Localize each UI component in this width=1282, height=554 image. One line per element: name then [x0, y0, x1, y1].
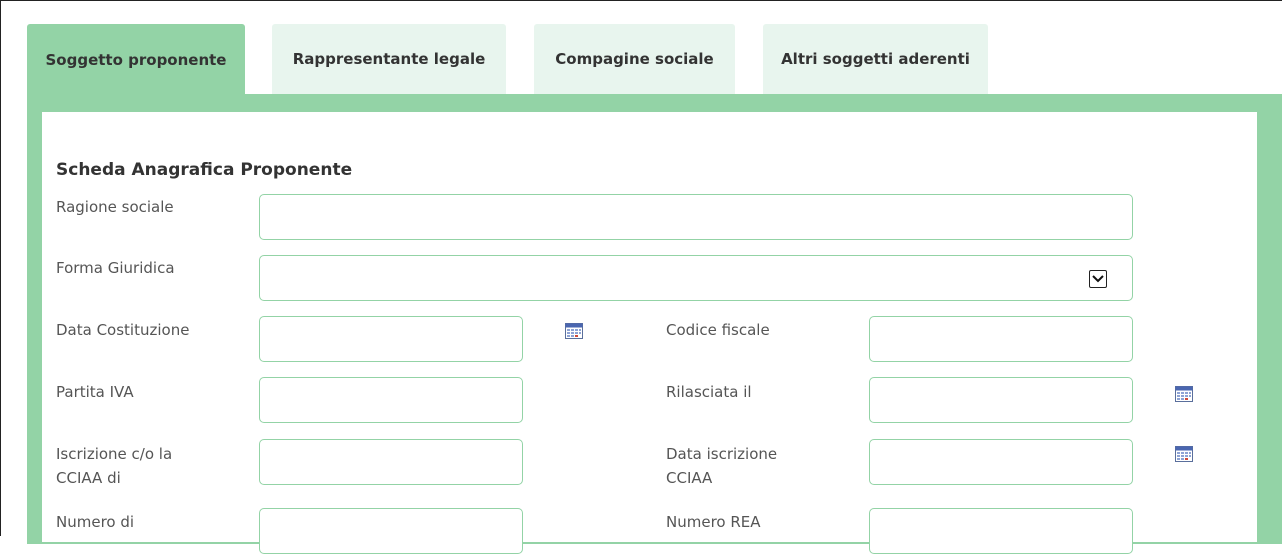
calendar-icon[interactable]	[565, 323, 583, 339]
partita-iva-input[interactable]	[259, 377, 523, 423]
label-ragione-sociale: Ragione sociale	[56, 198, 174, 216]
rilasciata-il-input[interactable]	[869, 377, 1133, 423]
numero-di-input[interactable]	[259, 508, 523, 554]
tab-label: Soggetto proponente	[45, 51, 227, 69]
tab-soggetto-proponente[interactable]: Soggetto proponente	[27, 24, 245, 96]
label-data-iscrizione-line2: CCIAA	[666, 469, 713, 487]
label-data-costituzione: Data Costituzione	[56, 321, 190, 339]
tab-rappresentante-legale[interactable]: Rappresentante legale	[272, 24, 506, 94]
section-title: Scheda Anagrafica Proponente	[56, 160, 353, 180]
tab-label: Altri soggetti aderenti	[781, 50, 970, 68]
tab-label: Rappresentante legale	[292, 50, 486, 68]
ragione-sociale-input[interactable]	[259, 194, 1133, 240]
data-costituzione-input[interactable]	[259, 316, 523, 362]
iscrizione-cciaa-input[interactable]	[259, 439, 523, 485]
data-iscrizione-cciaa-input[interactable]	[869, 439, 1133, 485]
label-data-iscrizione-line1: Data iscrizione	[666, 445, 778, 463]
forma-giuridica-select[interactable]	[259, 255, 1133, 301]
label-iscrizione-line2: CCIAA di	[56, 469, 121, 487]
tab-compagine-sociale[interactable]: Compagine sociale	[534, 24, 735, 94]
label-partita-iva: Partita IVA	[56, 383, 134, 401]
tab-label: Compagine sociale	[555, 50, 714, 68]
label-forma-giuridica: Forma Giuridica	[56, 259, 175, 277]
calendar-icon[interactable]	[1175, 386, 1193, 402]
numero-rea-input[interactable]	[869, 508, 1133, 554]
label-codice-fiscale: Codice fiscale	[666, 321, 770, 339]
label-rilasciata-il: Rilasciata il	[666, 383, 752, 401]
chevron-down-icon[interactable]	[1089, 270, 1107, 288]
label-numero-di: Numero di	[56, 513, 135, 531]
label-numero-rea: Numero REA	[666, 513, 761, 531]
label-iscrizione-line1: Iscrizione c/o la	[56, 445, 173, 463]
codice-fiscale-input[interactable]	[869, 316, 1133, 362]
calendar-icon[interactable]	[1175, 446, 1193, 462]
tab-altri-soggetti-aderenti[interactable]: Altri soggetti aderenti	[763, 24, 988, 94]
